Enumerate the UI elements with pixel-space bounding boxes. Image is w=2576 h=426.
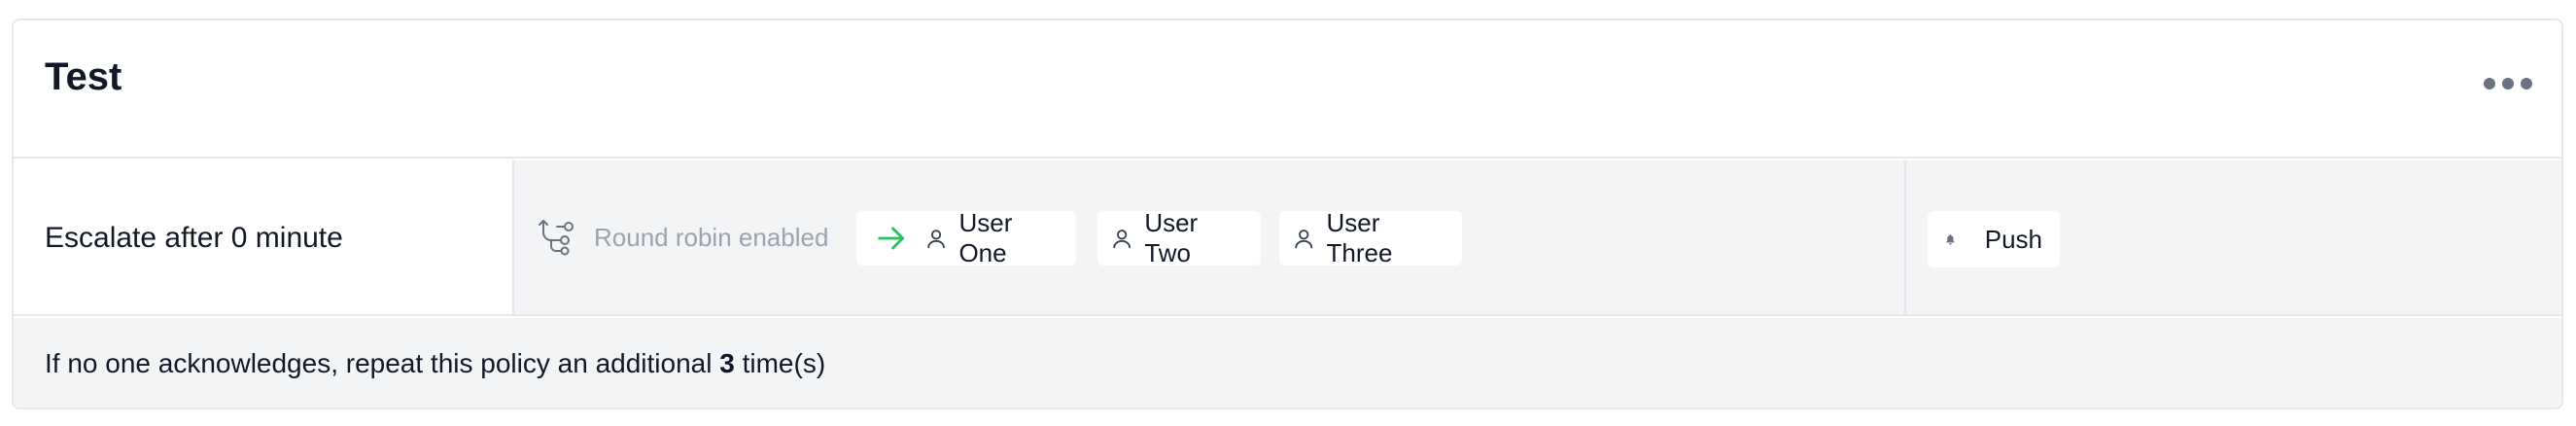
policy-title: Test — [45, 55, 122, 98]
target-user-chip[interactable]: User One — [856, 208, 1076, 267]
bell-icon — [1946, 234, 1955, 245]
repeat-prefix: If no one acknowledges, repeat this poli… — [45, 348, 713, 378]
round-robin-icon — [539, 220, 574, 256]
escalation-delay-cell: Escalate after 0 minute — [14, 160, 514, 314]
more-horizontal-icon — [2484, 78, 2495, 89]
user-icon — [1113, 230, 1131, 249]
escalate-delay-label: Escalate after 0 minute — [45, 222, 343, 254]
round-robin-label: Round robin enabled — [594, 223, 829, 252]
target-user-chip[interactable]: User Two — [1097, 208, 1261, 267]
repeat-policy-text: If no one acknowledges, repeat this poli… — [45, 347, 825, 380]
arrow-right-icon — [878, 227, 905, 250]
target-user-name: User One — [958, 208, 1013, 267]
more-options-button[interactable] — [2484, 69, 2532, 98]
more-dot — [2521, 78, 2532, 89]
user-icon — [1295, 230, 1313, 249]
more-dot — [2502, 78, 2514, 89]
target-user-name: User Three — [1326, 208, 1393, 267]
user-icon — [927, 230, 946, 249]
repeat-policy-footer: If no one acknowledges, repeat this poli… — [14, 318, 2561, 408]
notification-channel-cell: Push — [1908, 160, 2561, 314]
escalation-rule-row: Escalate after 0 minute Round robin enab… — [14, 160, 2561, 316]
target-user-name: User Two — [1144, 208, 1199, 267]
repeat-suffix: time(s) — [742, 348, 826, 378]
policy-header: Test — [14, 20, 2561, 159]
repeat-count: 3 — [719, 348, 735, 378]
notification-label: Push — [1984, 224, 2042, 254]
push-notification-chip[interactable]: Push — [1928, 211, 2060, 267]
escalation-targets-cell: Round robin enabled User One User Two Us… — [516, 160, 1906, 314]
target-user-chip[interactable]: User Three — [1279, 208, 1462, 267]
escalation-policy-card: Test Escalate after 0 minute Round robin… — [12, 18, 2563, 409]
